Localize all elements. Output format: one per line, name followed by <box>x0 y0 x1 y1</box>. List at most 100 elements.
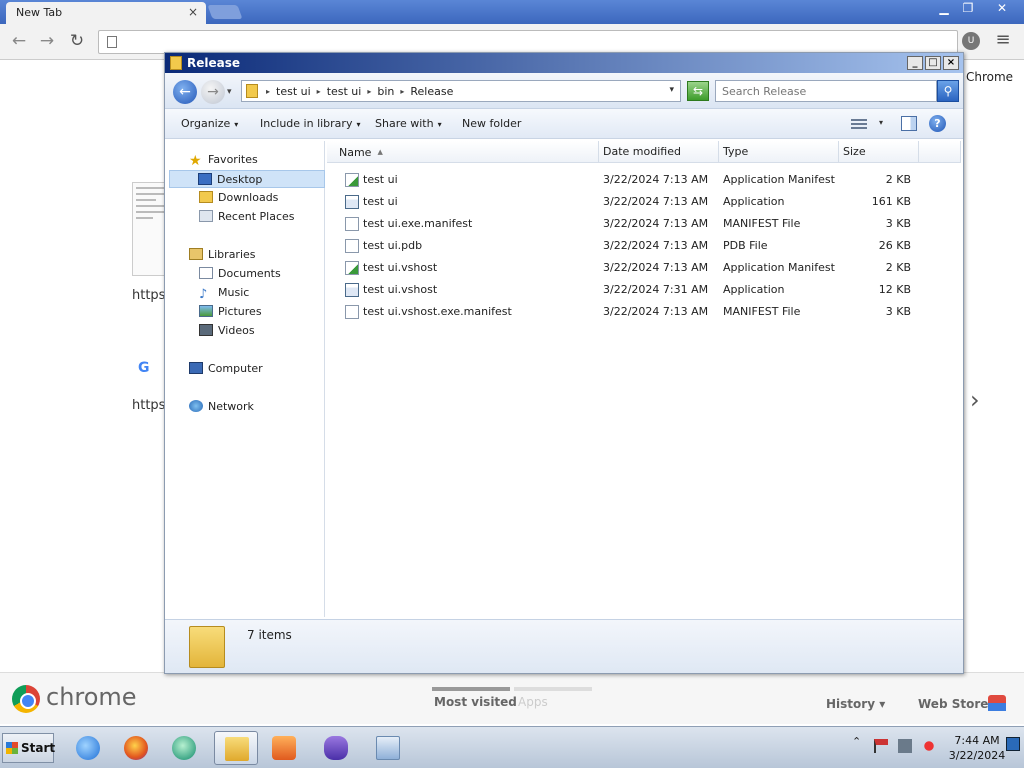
nav-music[interactable]: ♪ Music <box>199 284 249 302</box>
extension-shield-icon[interactable]: U <box>962 32 980 50</box>
table-row[interactable]: test ui.exe.manifest 3/22/2024 7:13 AM MAN… <box>327 213 961 235</box>
table-row[interactable]: test ui.vshost 3/22/2024 7:13 AM Applicati… <box>327 257 961 279</box>
forward-arrow-icon[interactable]: → <box>36 30 58 52</box>
minimize-button[interactable]: ▁ <box>932 0 956 18</box>
organize-button[interactable]: Organize ▾ <box>181 117 238 130</box>
table-row[interactable]: test ui.vshost 3/22/2024 7:31 AM Applicati… <box>327 279 961 301</box>
clock-date: 3/22/2024 <box>948 749 1006 762</box>
file-date: 3/22/2024 7:13 AM <box>603 261 709 274</box>
breadcrumb-item[interactable]: Release <box>410 85 453 99</box>
chrome-menu-icon[interactable]: ≡ <box>994 31 1012 50</box>
file-size: 12 KB <box>878 283 911 296</box>
explorer-minimize-button[interactable]: _ <box>907 56 923 70</box>
tab-new-tab[interactable]: New Tab × <box>6 2 206 24</box>
next-page-chevron-icon[interactable]: › <box>970 386 980 414</box>
history-link[interactable]: History ▾ <box>826 697 885 711</box>
google-icon[interactable]: G <box>138 360 150 376</box>
breadcrumb-item[interactable]: test ui <box>327 85 362 99</box>
nav-computer[interactable]: Computer <box>189 360 263 378</box>
nav-libraries[interactable]: Libraries <box>189 246 256 264</box>
explorer-close-button[interactable]: × <box>943 56 959 70</box>
breadcrumb-separator-icon[interactable]: ▸ <box>400 85 404 99</box>
volume-muted-icon[interactable] <box>922 739 936 753</box>
tile-1-label[interactable]: https <box>132 288 165 303</box>
breadcrumb-item[interactable]: bin <box>377 85 394 99</box>
table-row[interactable]: test ui.pdb 3/22/2024 7:13 AM PDB File 26 K… <box>327 235 961 257</box>
breadcrumb: ▸ test ui ▸ test ui ▸ bin ▸ Release <box>266 85 453 99</box>
forward-button[interactable]: → <box>201 80 225 104</box>
nav-recent-places[interactable]: Recent Places <box>199 208 295 226</box>
search-box[interactable] <box>715 80 937 102</box>
omnibox[interactable] <box>98 30 958 54</box>
organize-label: Organize <box>181 117 231 130</box>
column-header-size[interactable]: Size <box>839 141 919 163</box>
command-bar: Organize ▾ Include in library ▾ Share with… <box>165 109 963 139</box>
back-button[interactable]: ← <box>173 80 197 104</box>
taskbar-media-player[interactable] <box>262 731 306 765</box>
nav-videos[interactable]: Videos <box>199 322 255 340</box>
nav-favorites[interactable]: ★ Favorites <box>189 151 258 169</box>
breadcrumb-separator-icon[interactable]: ▸ <box>317 85 321 99</box>
new-tab-button[interactable] <box>207 5 243 19</box>
refresh-button[interactable]: ⇆ <box>687 81 709 101</box>
close-window-button[interactable]: ✕ <box>990 0 1014 18</box>
web-store-icon[interactable] <box>988 695 1006 711</box>
most-visited-tab[interactable]: Most visited <box>434 695 517 709</box>
explorer-titlebar[interactable]: Release _ □ × <box>165 53 963 73</box>
tile-2-label[interactable]: https <box>132 398 165 413</box>
tab-close-icon[interactable]: × <box>188 5 198 19</box>
back-arrow-icon[interactable]: ← <box>8 30 30 52</box>
address-dropdown-icon[interactable]: ▾ <box>669 85 674 95</box>
most-visited-tile-1[interactable] <box>132 182 168 276</box>
tray-overflow-icon[interactable]: ⌃ <box>852 735 861 748</box>
breadcrumb-item[interactable]: test ui <box>276 85 311 99</box>
network-tray-icon[interactable] <box>898 739 912 753</box>
table-row[interactable]: test ui.vshost.exe.manifest 3/22/2024 7:1… <box>327 301 961 323</box>
taskbar-green-app[interactable] <box>162 731 206 765</box>
page-icon <box>107 36 117 48</box>
file-date: 3/22/2024 7:13 AM <box>603 239 709 252</box>
share-with-button[interactable]: Share with ▾ <box>375 117 442 130</box>
column-header-type[interactable]: Type <box>719 141 839 163</box>
table-row[interactable]: test ui 3/22/2024 7:13 AM Application Mani… <box>327 169 961 191</box>
nav-desktop[interactable]: Desktop <box>169 170 325 188</box>
reload-icon[interactable]: ↻ <box>66 30 88 52</box>
breadcrumb-separator-icon[interactable]: ▸ <box>367 85 371 99</box>
search-icon[interactable]: ⚲ <box>937 80 959 102</box>
recent-pages-dropdown-icon[interactable]: ▾ <box>227 87 232 97</box>
taskbar-windows-explorer[interactable] <box>214 731 258 765</box>
include-in-library-button[interactable]: Include in library ▾ <box>260 117 360 130</box>
nav-label: Music <box>218 286 250 299</box>
address-bar[interactable]: ▸ test ui ▸ test ui ▸ bin ▸ Release ▾ <box>241 80 681 102</box>
table-row[interactable]: test ui 3/22/2024 7:13 AM Application 161 K… <box>327 191 961 213</box>
taskbar-firefox[interactable] <box>114 731 158 765</box>
preview-pane-icon[interactable] <box>901 116 917 131</box>
system-clock[interactable]: 7:44 AM 3/22/2024 <box>946 733 1008 763</box>
explorer-maximize-button[interactable]: □ <box>925 56 941 70</box>
taskbar-visual-studio[interactable] <box>314 731 358 765</box>
nav-documents[interactable]: Documents <box>199 265 281 283</box>
nav-network[interactable]: Network <box>189 398 254 416</box>
file-date: 3/22/2024 7:13 AM <box>603 305 709 318</box>
nav-pictures[interactable]: Pictures <box>199 303 262 321</box>
share-dropdown-icon: ▾ <box>437 120 442 129</box>
apps-tab[interactable]: Apps <box>518 695 548 709</box>
breadcrumb-separator-icon[interactable]: ▸ <box>266 85 270 99</box>
taskbar-control-panel[interactable] <box>366 731 410 765</box>
taskbar-internet-explorer[interactable] <box>66 731 110 765</box>
maximize-button[interactable]: ❐ <box>956 0 980 18</box>
help-icon[interactable]: ? <box>929 115 946 132</box>
new-folder-button[interactable]: New folder <box>462 117 521 130</box>
show-desktop-button[interactable] <box>1006 737 1020 751</box>
web-store-link[interactable]: Web Store <box>918 697 988 711</box>
search-input[interactable] <box>716 81 936 101</box>
start-button[interactable]: Start <box>2 733 55 763</box>
nav-downloads[interactable]: Downloads <box>199 189 278 207</box>
column-header-date-modified[interactable]: Date modified <box>599 141 719 163</box>
chrome-tabstrip: New Tab × ▁ ❐ ✕ <box>0 0 1024 24</box>
action-center-flag-icon[interactable] <box>874 739 888 753</box>
change-view-icon[interactable] <box>851 117 867 131</box>
tab-title: New Tab <box>16 6 63 19</box>
column-header-name[interactable]: Name ▲ <box>327 141 599 163</box>
view-dropdown-icon[interactable]: ▾ <box>879 118 883 127</box>
